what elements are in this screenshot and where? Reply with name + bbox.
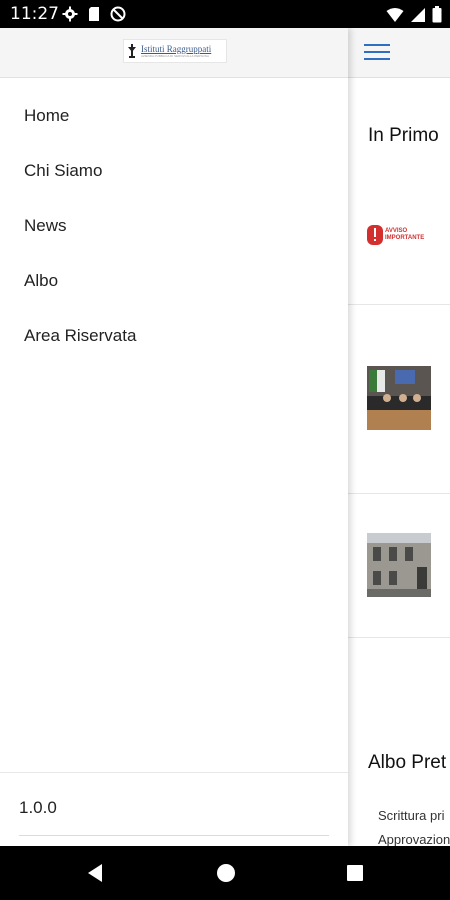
recents-icon[interactable] — [346, 864, 364, 882]
section-title-in-primo: In Primo — [368, 125, 439, 146]
drawer-footer-divider — [0, 772, 348, 773]
menu-item-home[interactable]: Home — [0, 88, 348, 143]
logo-title: Istituti Raggruppati — [141, 43, 212, 54]
no-disturb-icon — [110, 6, 126, 22]
sd-card-icon — [89, 7, 99, 21]
news-thumbnail-building[interactable] — [367, 533, 431, 597]
card-divider — [348, 493, 450, 494]
version-divider — [19, 835, 329, 836]
logo-emblem-icon — [128, 44, 136, 58]
avviso-importante-text: AVVISO IMPORTANTE — [385, 228, 425, 241]
drawer-header: Istituti Raggruppati AZIENDA PUBBLICA DI… — [0, 28, 348, 78]
istituti-raggruppati-logo[interactable]: Istituti Raggruppati AZIENDA PUBBLICA DI… — [123, 39, 227, 63]
battery-icon — [432, 6, 442, 23]
navigation-drawer: Istituti Raggruppati AZIENDA PUBBLICA DI… — [0, 28, 348, 846]
status-icons-right — [386, 6, 442, 23]
status-time: 11:27 — [10, 4, 59, 24]
app-version: 1.0.0 — [19, 798, 57, 817]
wifi-icon — [386, 7, 404, 22]
avviso-importante-logo[interactable]: AVVISO IMPORTANTE — [367, 224, 437, 246]
system-nav-bar — [0, 846, 450, 900]
card-divider — [348, 304, 450, 305]
home-icon[interactable] — [216, 863, 236, 883]
albo-list-item[interactable]: Scrittura pri — [378, 804, 450, 828]
menu-item-albo[interactable]: Albo — [0, 253, 348, 308]
alert-icon — [367, 225, 383, 245]
status-icons-left — [62, 6, 126, 22]
hamburger-menu-icon[interactable] — [364, 44, 390, 62]
signal-icon — [411, 7, 425, 22]
albo-list-item[interactable]: Approvazion — [378, 828, 450, 846]
back-icon[interactable] — [86, 863, 104, 883]
status-bar: 11:27 — [0, 0, 450, 28]
app-toolbar — [348, 28, 450, 78]
menu-item-chi-siamo[interactable]: Chi Siamo — [0, 143, 348, 198]
section-title-albo: Albo Pret — [368, 752, 447, 773]
drawer-menu: Home Chi Siamo News Albo Area Riservata — [0, 88, 348, 363]
card-divider — [348, 637, 450, 638]
gear-icon — [62, 6, 78, 22]
news-thumbnail-meeting[interactable] — [367, 366, 431, 430]
menu-item-area-riservata[interactable]: Area Riservata — [0, 308, 348, 363]
logo-subtitle: AZIENDA PUBBLICA DI SERVIZI ALLA PERSONA — [141, 53, 209, 58]
albo-list: Scrittura pri Approvazion — [378, 804, 450, 846]
menu-item-news[interactable]: News — [0, 198, 348, 253]
